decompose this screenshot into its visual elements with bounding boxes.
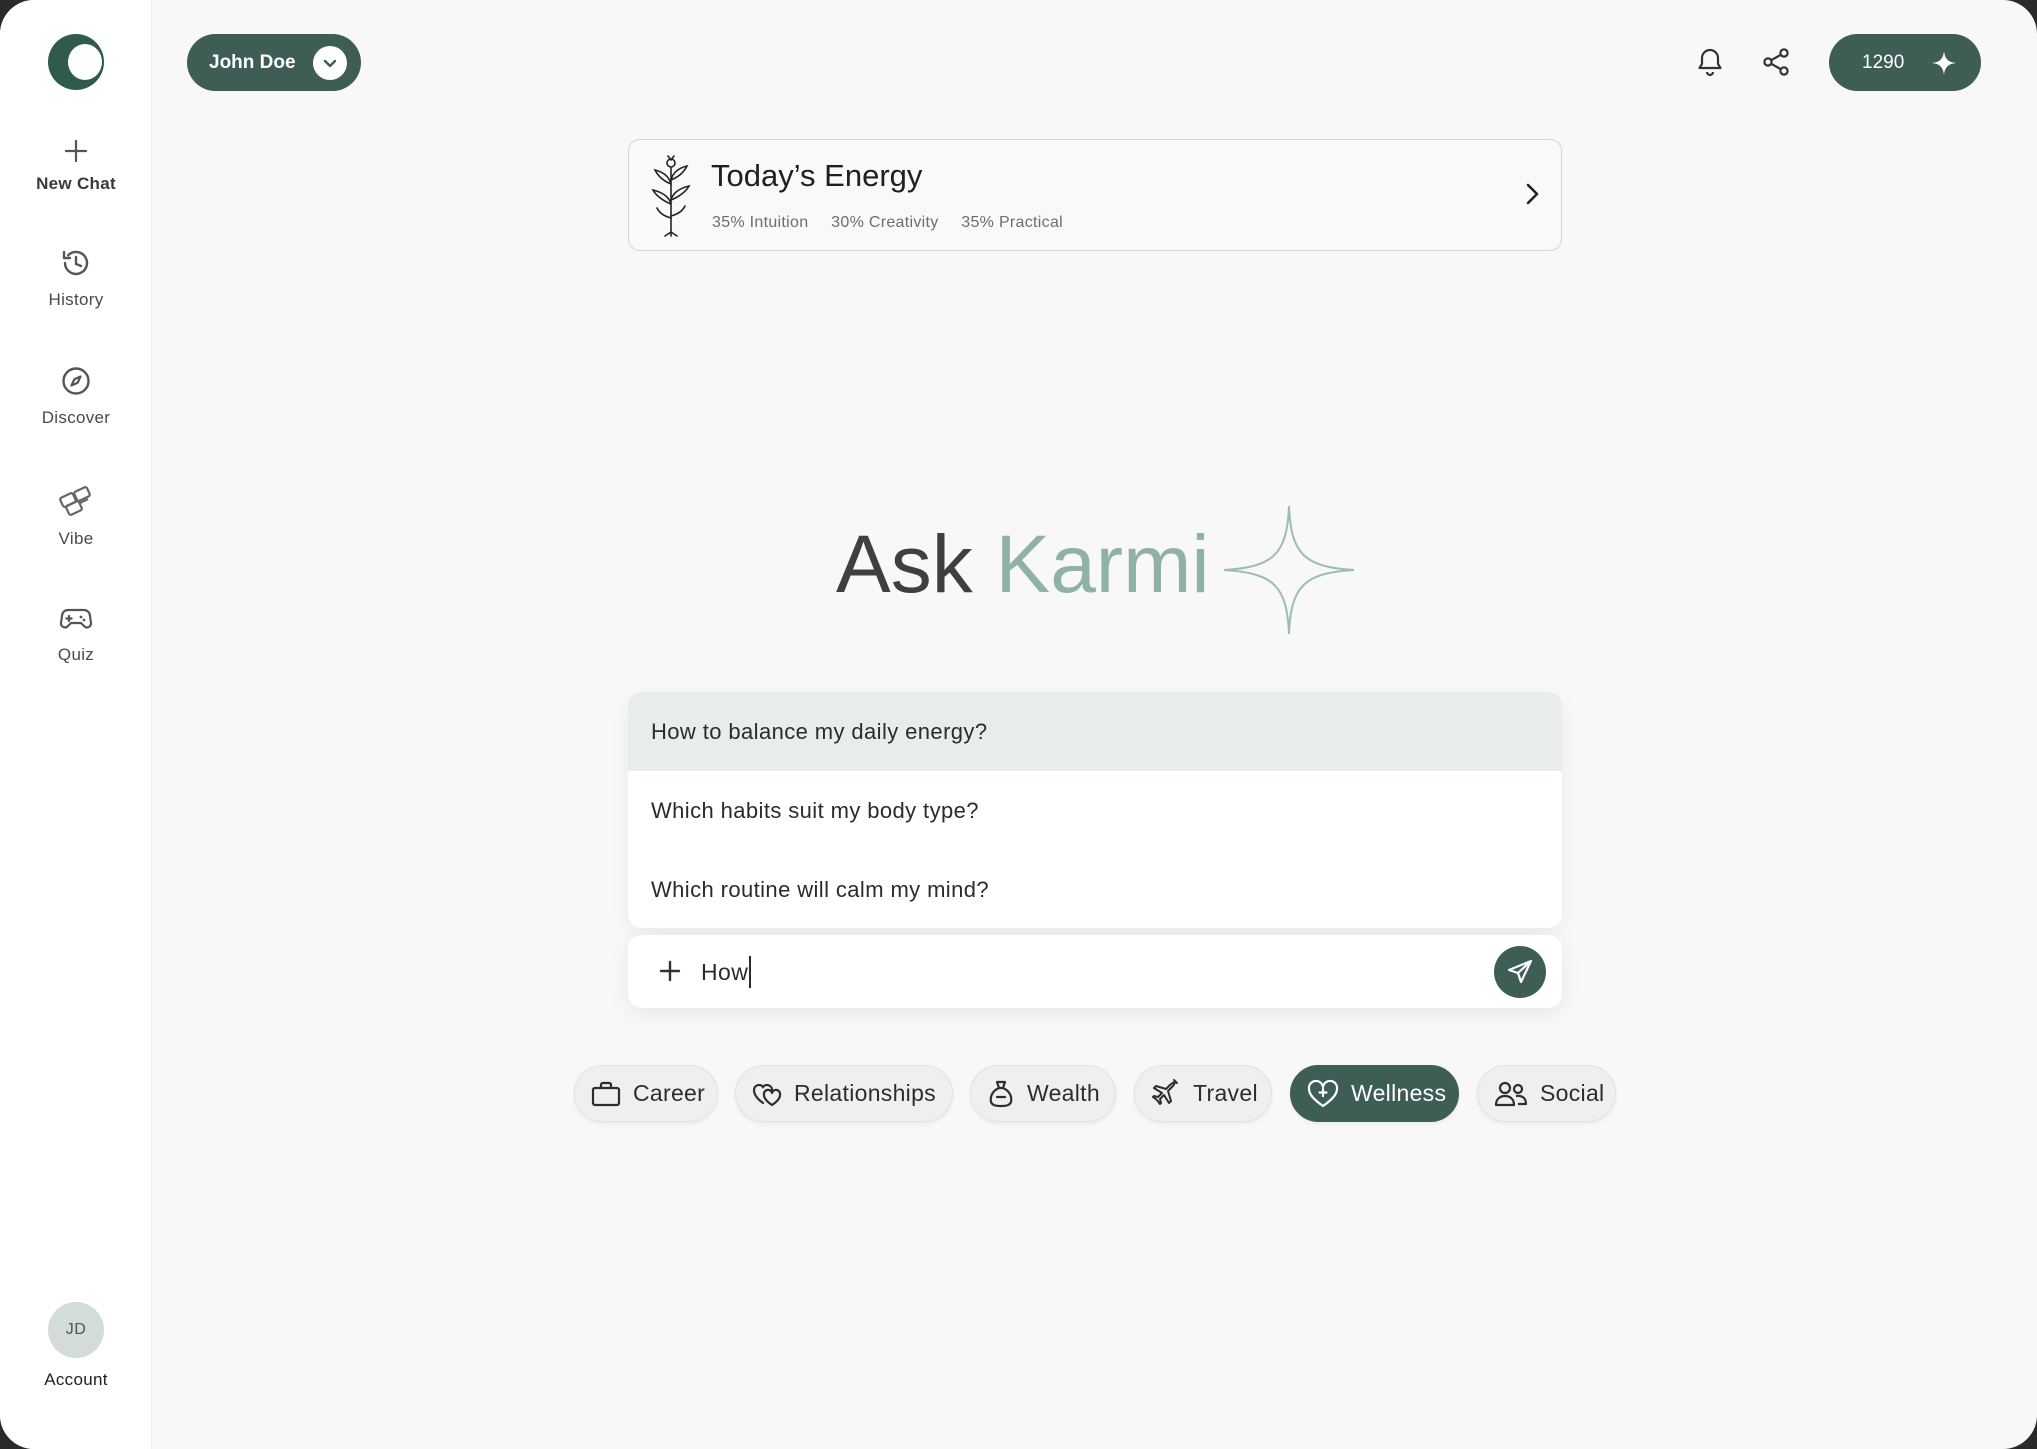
suggestion-list: How to balance my daily energy? Which ha… <box>628 692 1562 928</box>
history-icon <box>62 250 89 276</box>
chat-input-bar: How <box>628 935 1562 1008</box>
compass-icon <box>62 367 90 395</box>
sparkle-icon <box>1932 51 1956 75</box>
chip-label: Social <box>1540 1080 1605 1106</box>
chip-label: Wealth <box>1027 1080 1100 1106</box>
energy-card[interactable]: Today’s Energy 35% Intuition 30% Creativ… <box>628 139 1562 251</box>
vibe-icon <box>59 486 91 516</box>
energy-title: Today’s Energy <box>711 158 923 193</box>
page-title: Ask Karmi <box>836 518 1210 612</box>
app-logo[interactable] <box>48 34 104 90</box>
chip-wellness[interactable]: Wellness <box>1290 1065 1459 1122</box>
user-name: John Doe <box>209 51 296 73</box>
chat-input[interactable]: How <box>701 956 752 988</box>
title-word-ask: Ask <box>836 519 973 610</box>
plant-icon <box>651 155 691 237</box>
sidebar-item-label: Quiz <box>57 645 95 664</box>
chip-social[interactable]: Social <box>1477 1065 1616 1122</box>
chip-label: Career <box>633 1080 706 1106</box>
title-word-karmi: Karmi <box>995 519 1210 610</box>
airplane-icon <box>1152 1078 1178 1105</box>
money-bag-icon <box>989 1080 1013 1107</box>
account-label[interactable]: Account <box>0 1370 152 1390</box>
sidebar-item-vibe[interactable]: Vibe <box>0 481 152 549</box>
suggestion-item[interactable]: How to balance my daily energy? <box>628 692 1562 771</box>
energy-stat: 35% Intuition <box>712 214 809 231</box>
avatar[interactable]: JD <box>48 1302 104 1358</box>
sidebar-item-quiz[interactable]: Quiz <box>0 601 152 665</box>
chip-label: Relationships <box>794 1080 936 1106</box>
send-icon <box>1507 959 1533 984</box>
heart-plus-icon <box>1307 1079 1339 1107</box>
credits-button[interactable]: 1290 <box>1829 34 1981 91</box>
suggestion-item[interactable]: Which routine will calm my mind? <box>628 850 1562 928</box>
hearts-icon <box>752 1083 782 1106</box>
suggestion-item[interactable]: Which habits suit my body type? <box>628 771 1562 850</box>
chevron-down-icon <box>313 46 347 80</box>
chip-label: Travel <box>1193 1080 1258 1106</box>
chip-travel[interactable]: Travel <box>1134 1065 1272 1122</box>
sidebar: New Chat History Discover Vibe Quiz JD A… <box>0 0 152 1449</box>
sidebar-item-label: History <box>48 290 104 309</box>
add-attachment-icon[interactable] <box>658 959 682 983</box>
energy-stat: 30% Creativity <box>831 214 939 231</box>
briefcase-icon <box>591 1081 621 1106</box>
chevron-right-icon <box>1526 183 1539 205</box>
gamepad-icon <box>59 608 93 629</box>
sidebar-item-label: New Chat <box>36 174 116 193</box>
user-menu-button[interactable]: John Doe <box>187 34 361 91</box>
sparkle-icon <box>1223 505 1355 635</box>
sidebar-item-label: Discover <box>41 408 111 427</box>
credits-value: 1290 <box>1862 51 1905 73</box>
chip-wealth[interactable]: Wealth <box>970 1065 1116 1122</box>
sidebar-item-new-chat[interactable]: New Chat <box>0 138 152 194</box>
sidebar-item-history[interactable]: History <box>0 246 152 310</box>
chip-relationships[interactable]: Relationships <box>735 1065 953 1122</box>
people-icon <box>1494 1081 1528 1106</box>
energy-stats: 35% Intuition 30% Creativity 35% Practic… <box>712 214 1081 232</box>
chip-career[interactable]: Career <box>574 1065 718 1122</box>
bell-icon[interactable] <box>1692 44 1728 80</box>
chip-label: Wellness <box>1351 1080 1447 1106</box>
sidebar-item-label: Vibe <box>58 529 94 548</box>
plus-icon <box>64 139 88 163</box>
send-button[interactable] <box>1494 946 1546 998</box>
sidebar-item-discover[interactable]: Discover <box>0 364 152 428</box>
energy-stat: 35% Practical <box>961 214 1064 231</box>
share-icon[interactable] <box>1758 44 1794 80</box>
app-window: New Chat History Discover Vibe Quiz JD A… <box>0 0 2037 1449</box>
